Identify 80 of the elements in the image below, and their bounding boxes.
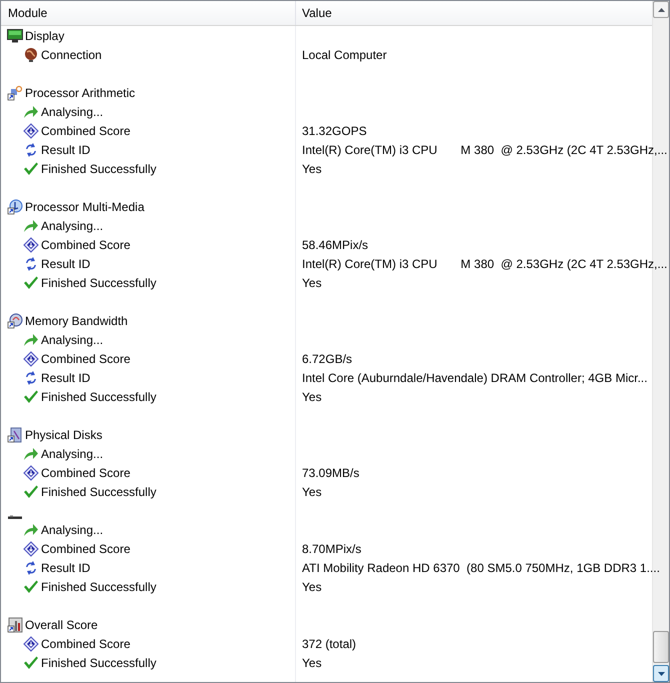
disk-icon xyxy=(7,426,23,442)
graphics-card-icon xyxy=(7,515,23,519)
module-item-label: Analysing... xyxy=(41,522,104,538)
arrow-icon xyxy=(23,218,39,234)
module-item-label: Result ID xyxy=(41,142,90,158)
module-item-label: Connection xyxy=(41,46,102,64)
value-text: Local Computer xyxy=(301,46,387,64)
module-item-label: Finished Successfully xyxy=(41,388,156,406)
module-group-label: Overall Score xyxy=(25,616,98,634)
chart-icon xyxy=(7,616,23,632)
module-item-label: Analysing... xyxy=(41,446,104,462)
up-arrow-icon xyxy=(658,8,664,12)
checkmark-icon xyxy=(23,654,39,670)
value-text: 31.32GOPS xyxy=(301,122,367,140)
memory-icon xyxy=(7,312,23,328)
scroll-down-button[interactable] xyxy=(653,665,669,682)
module-group-label: Processor Multi-Media xyxy=(25,198,144,216)
module-item-label: Result ID xyxy=(41,370,90,386)
module-group-label: Processor Arithmetic xyxy=(25,84,136,102)
monitor-icon xyxy=(7,28,23,44)
column-header[interactable]: Value xyxy=(296,1,652,25)
scroll-thumb[interactable] xyxy=(653,631,669,663)
value-text: 372 (total) xyxy=(301,636,356,652)
module-item-label: Combined Score xyxy=(41,122,130,140)
value-text: Yes xyxy=(301,388,322,406)
module-item-label: Combined Score xyxy=(41,464,130,482)
module-item-label: Result ID xyxy=(41,560,90,576)
diamond-icon xyxy=(23,236,39,252)
module-item-label: Finished Successfully xyxy=(41,484,156,500)
module-item-label: Combined Score xyxy=(41,236,130,254)
arrow-icon xyxy=(23,522,39,538)
diamond-icon xyxy=(23,636,39,652)
checkmark-icon xyxy=(23,274,39,290)
module-group-label: Physical Disks xyxy=(25,426,102,444)
value-text: 6.72GB/s xyxy=(301,350,352,368)
refresh-icon xyxy=(23,560,39,576)
module-item-label: Analysing... xyxy=(41,332,104,348)
value-text: Intel Core (Auburndale/Havendale) DRAM Controller; 4GB Micr... xyxy=(301,370,648,386)
module-item-label: Finished Successfully xyxy=(41,160,156,178)
checkmark-icon xyxy=(23,388,39,404)
refresh-icon xyxy=(23,370,39,386)
diamond-icon xyxy=(23,540,39,556)
value-text: Yes xyxy=(301,654,322,672)
module-group-label: Memory Bandwidth xyxy=(25,312,128,330)
arrow-icon xyxy=(23,332,39,348)
chip-icon xyxy=(7,84,23,100)
module-item-label: Finished Successfully xyxy=(41,654,156,672)
arrow-icon xyxy=(23,104,39,120)
value-text: Yes xyxy=(301,160,322,178)
checkmark-icon xyxy=(23,578,39,594)
value-text: Yes xyxy=(301,274,322,292)
diamond-icon xyxy=(23,350,39,366)
value-text: Intel(R) Core(TM) i3 CPU M 380 @ 2.53GHz (2C 4T 2.53GHz,... xyxy=(301,142,668,158)
diamond-icon xyxy=(23,464,39,480)
column-header[interactable]: Module xyxy=(1,1,296,25)
value-text: 73.09MB/s xyxy=(301,464,360,482)
arrow-icon xyxy=(23,446,39,462)
globe-icon xyxy=(23,46,39,62)
module-item-label: Finished Successfully xyxy=(41,578,156,596)
module-group-label: Display xyxy=(25,28,64,44)
checkmark-icon xyxy=(23,484,39,500)
value-text: 58.46MPix/s xyxy=(301,236,368,254)
module-item-label: Analysing... xyxy=(41,104,104,120)
module-item-label: Combined Score xyxy=(41,636,130,652)
value-text: Yes xyxy=(301,484,322,500)
checkmark-icon xyxy=(23,160,39,176)
refresh-icon xyxy=(23,256,39,272)
module-item-label: Result ID xyxy=(41,256,90,272)
diamond-icon xyxy=(23,122,39,138)
value-text: Intel(R) Core(TM) i3 CPU M 380 @ 2.53GHz (2C 4T 2.53GHz,... xyxy=(301,256,668,272)
refresh-icon xyxy=(23,142,39,158)
value-text: Yes xyxy=(301,578,322,596)
value-text: 8.70MPix/s xyxy=(301,540,362,558)
scroll-up-button[interactable] xyxy=(653,1,669,18)
module-item-label: Analysing... xyxy=(41,218,104,234)
module-item-label: Combined Score xyxy=(41,350,130,368)
module-item-label: Combined Score xyxy=(41,540,130,558)
down-arrow-icon xyxy=(658,672,664,676)
value-text: ATI Mobility Radeon HD 6370 (80 SM5.0 750MHz, 1GB DDR3 1.... xyxy=(301,560,660,576)
module-item-label: Finished Successfully xyxy=(41,274,156,292)
